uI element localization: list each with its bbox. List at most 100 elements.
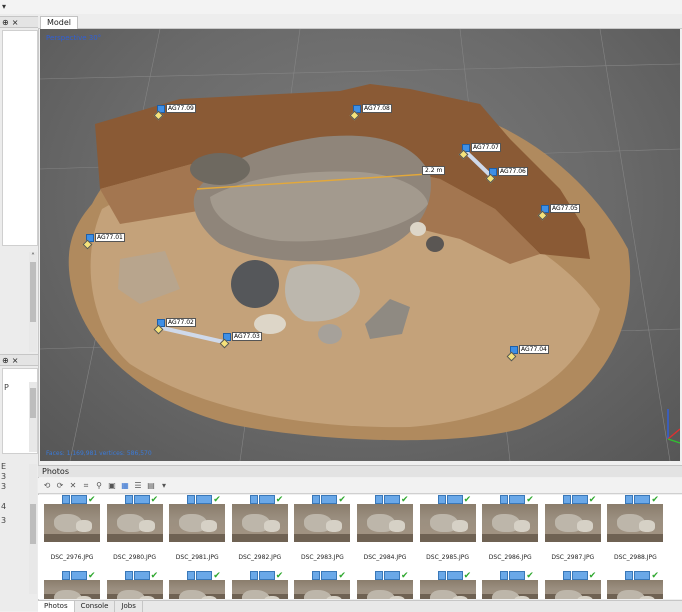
photo-filename: DSC_2981.JPG bbox=[175, 554, 219, 561]
marker-status-icon bbox=[509, 571, 526, 580]
marker-status-icon bbox=[321, 495, 338, 504]
left-scrollbar-3[interactable] bbox=[29, 464, 37, 594]
check-icon: ✔ bbox=[338, 495, 346, 505]
marker-ag77-03[interactable]: AG77.03 bbox=[219, 332, 262, 349]
photo-image bbox=[607, 504, 664, 542]
photo-thumbnail[interactable]: ✔ DSC_2984.JPG bbox=[355, 495, 415, 561]
marker-ag77-06[interactable]: AG77.06 bbox=[485, 167, 528, 184]
photo-thumbnail[interactable]: ✔ bbox=[480, 571, 540, 599]
marker-ag77-02[interactable]: AG77.02 bbox=[153, 318, 196, 335]
delete-icon[interactable]: ✕ bbox=[68, 481, 78, 491]
photo-thumbnail[interactable]: ✔ bbox=[605, 571, 665, 599]
scale-distance-label[interactable]: 2.2 m bbox=[422, 166, 446, 175]
rotate-left-icon[interactable]: ⟲ bbox=[42, 481, 52, 491]
photo-thumbnail[interactable]: ✔ DSC_2983.JPG bbox=[292, 495, 352, 561]
left-dock: ⊕ × ˄ ⊕ × P E 3 3 4 3 bbox=[0, 14, 39, 611]
bottom-tab-bar: Photos Console Jobs bbox=[38, 600, 682, 612]
panel-char-3: 3 bbox=[1, 482, 7, 491]
scroll-up-icon[interactable]: ˄ bbox=[31, 252, 35, 261]
marker-status-icon bbox=[71, 495, 87, 504]
close-icon[interactable]: × bbox=[12, 18, 19, 27]
photo-image bbox=[106, 504, 163, 542]
photo-thumbnail[interactable]: ✔ bbox=[230, 571, 290, 599]
marker-status-icon bbox=[509, 495, 526, 504]
marker-status-icon bbox=[321, 571, 338, 580]
crop-icon[interactable]: ⌗ bbox=[81, 481, 91, 491]
check-icon: ✔ bbox=[526, 495, 534, 505]
left-scrollbar-2[interactable] bbox=[29, 382, 37, 452]
photo-thumbnail[interactable]: ✔ DSC_2980.JPG bbox=[105, 495, 165, 561]
photo-thumbnail[interactable]: ✔ bbox=[105, 571, 165, 599]
tab-console[interactable]: Console bbox=[75, 601, 116, 612]
photo-thumbnail[interactable]: ✔ DSC_2986.JPG bbox=[480, 495, 540, 561]
photo-thumbnail[interactable]: ✔ bbox=[42, 571, 102, 599]
photo-thumbnail[interactable]: ✔ DSC_2982.JPG bbox=[230, 495, 290, 561]
camera-icon bbox=[312, 495, 321, 504]
list-icon[interactable]: ☰ bbox=[133, 481, 143, 491]
camera-icon bbox=[500, 495, 509, 504]
photo-image bbox=[294, 504, 351, 542]
image-icon[interactable]: ▣ bbox=[107, 481, 117, 491]
photo-thumbnail[interactable]: ✔ DSC_2981.JPG bbox=[167, 495, 227, 561]
photo-thumbnail[interactable]: ✔ DSC_2988.JPG bbox=[605, 495, 665, 561]
tab-jobs[interactable]: Jobs bbox=[115, 601, 143, 612]
details-icon[interactable]: ▤ bbox=[146, 481, 156, 491]
marker-ag77-05[interactable]: AG77.05 bbox=[537, 204, 580, 221]
photo-status: ✔ bbox=[187, 571, 221, 580]
photo-filename: DSC_2986.JPG bbox=[488, 554, 532, 561]
photo-status: ✔ bbox=[187, 495, 221, 504]
marker-ag77-07[interactable]: AG77.07 bbox=[458, 143, 501, 160]
model-viewport[interactable]: Perspective 30° Faces: 1,169,981 vertice… bbox=[40, 29, 680, 461]
thumbnails-icon[interactable]: ▦ bbox=[120, 481, 130, 491]
photo-image bbox=[419, 504, 476, 542]
check-icon: ✔ bbox=[213, 495, 221, 505]
photo-thumbnail[interactable]: ✔ bbox=[418, 571, 478, 599]
check-icon: ✔ bbox=[463, 570, 472, 581]
menu-dropdown-icon[interactable]: ▾ bbox=[2, 2, 6, 11]
pin-icon[interactable]: ⊕ bbox=[2, 18, 9, 27]
dropdown-icon[interactable]: ▾ bbox=[159, 481, 169, 491]
photo-image bbox=[357, 580, 413, 599]
tab-photos[interactable]: Photos bbox=[38, 601, 75, 612]
marker-ag77-09[interactable]: AG77.09 bbox=[153, 104, 196, 121]
photos-grid[interactable]: ✔ DSC_2976.JPG ✔ ✔ DSC_2980.JPG ✔ ✔ DSC_2981.JP… bbox=[38, 495, 682, 599]
photo-thumbnail[interactable]: ✔ bbox=[543, 571, 603, 599]
rotate-right-icon[interactable]: ⟳ bbox=[55, 481, 65, 491]
photo-thumbnail[interactable]: ✔ DSC_2987.JPG bbox=[543, 495, 603, 561]
photo-image bbox=[357, 504, 413, 542]
photo-thumbnail[interactable]: ✔ bbox=[167, 571, 227, 599]
photo-thumbnail[interactable]: ✔ bbox=[292, 571, 352, 599]
marker-status-icon bbox=[634, 495, 651, 504]
panel-char-1: E bbox=[1, 462, 7, 471]
panel-label-p: P bbox=[4, 383, 9, 392]
marker-status-icon bbox=[571, 495, 588, 504]
marker-ag77-01[interactable]: AG77.01 bbox=[82, 233, 125, 250]
workspace-panel[interactable] bbox=[2, 30, 38, 246]
marker-status-icon bbox=[446, 571, 463, 580]
photo-image bbox=[419, 580, 476, 599]
photo-thumbnail[interactable]: ✔ DSC_2976.JPG bbox=[42, 495, 102, 561]
pin-icon[interactable]: ⊕ bbox=[2, 356, 9, 365]
check-icon: ✔ bbox=[275, 570, 284, 581]
camera-icon bbox=[62, 495, 70, 504]
photo-thumbnail[interactable]: ✔ DSC_2985.JPG bbox=[418, 495, 478, 561]
marker-ag77-04[interactable]: AG77.04 bbox=[506, 345, 549, 362]
photo-status: ✔ bbox=[124, 571, 158, 580]
marker-status-icon bbox=[384, 495, 400, 504]
photo-filename: DSC_2982.JPG bbox=[238, 554, 282, 561]
photo-status: ✔ bbox=[375, 495, 409, 504]
filter-icon[interactable]: ⚲ bbox=[94, 481, 104, 491]
photo-image bbox=[482, 580, 539, 599]
photos-toolbar: ⟲ ⟳ ✕ ⌗ ⚲ ▣ ▦ ☰ ▤ ▾ bbox=[38, 478, 682, 494]
marker-ag77-08[interactable]: AG77.08 bbox=[349, 104, 392, 121]
photo-filename: DSC_2984.JPG bbox=[363, 554, 407, 561]
mesh-stats: Faces: 1,169,981 vertices: 586,570 bbox=[46, 450, 152, 457]
tab-model[interactable]: Model bbox=[40, 16, 79, 29]
left-scrollbar-1[interactable] bbox=[29, 252, 37, 352]
marker-status-icon bbox=[634, 571, 651, 580]
check-icon: ✔ bbox=[588, 495, 597, 505]
photo-image bbox=[44, 580, 100, 599]
close-icon[interactable]: × bbox=[12, 356, 19, 365]
photo-thumbnail[interactable]: ✔ bbox=[355, 571, 415, 599]
photo-status: ✔ bbox=[312, 571, 346, 580]
